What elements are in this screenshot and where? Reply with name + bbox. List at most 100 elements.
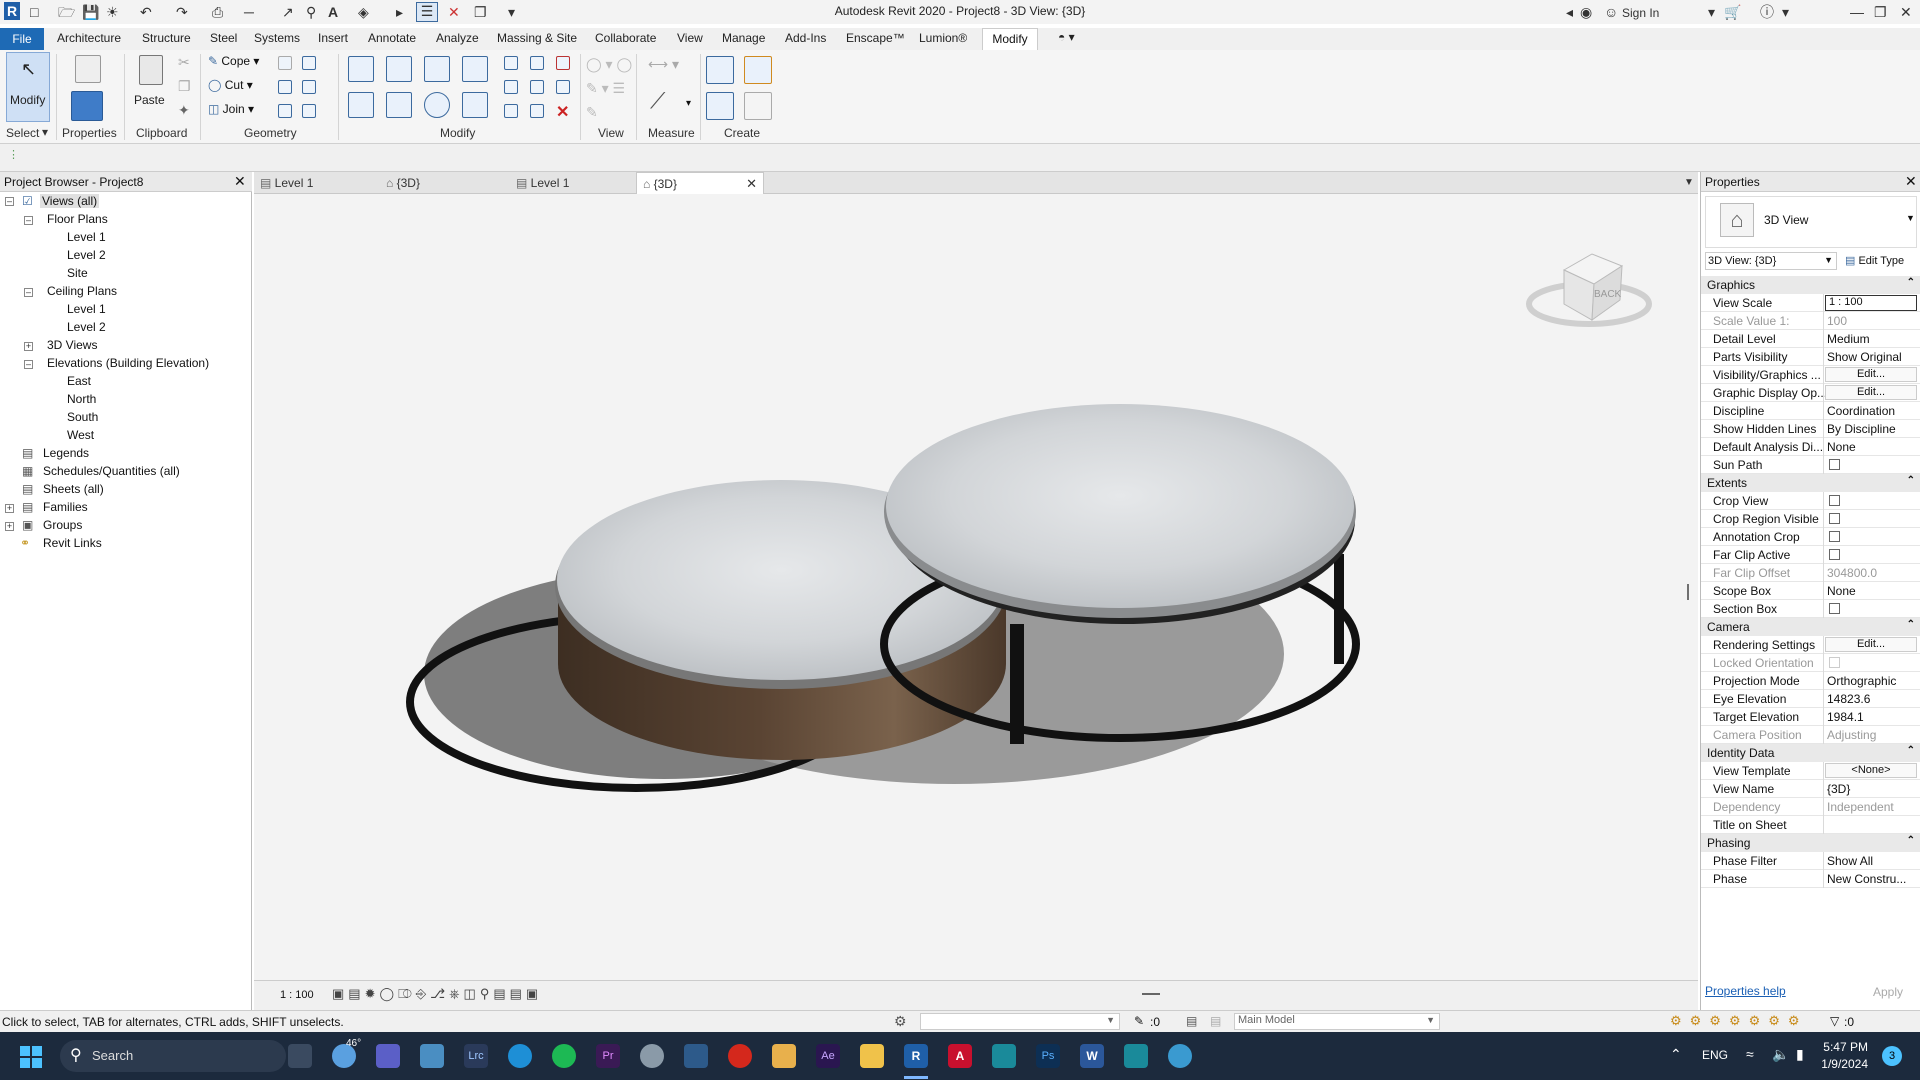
premiere-icon[interactable]: Pr bbox=[596, 1044, 620, 1068]
wifi-icon[interactable]: ≈ bbox=[1746, 1046, 1754, 1062]
tree-fp-site[interactable]: Site bbox=[67, 266, 88, 280]
battery-icon[interactable]: ▮ bbox=[1796, 1046, 1804, 1063]
dropdown-icon[interactable]: ▾ bbox=[1708, 4, 1715, 20]
prop-target-elevation[interactable]: Target Elevation 1984.1 bbox=[1701, 708, 1920, 726]
photos-icon[interactable] bbox=[420, 1044, 444, 1068]
help-dropdown-icon[interactable]: ▾ bbox=[1782, 4, 1789, 20]
user-icon[interactable]: ☺ bbox=[1604, 4, 1618, 20]
properties-help-link[interactable]: Properties help bbox=[1705, 984, 1786, 998]
wall-profile-icon[interactable] bbox=[302, 104, 316, 118]
lightroom-icon[interactable]: Lrc bbox=[464, 1044, 488, 1068]
move-icon[interactable] bbox=[348, 92, 374, 118]
copy-element-icon[interactable] bbox=[386, 92, 412, 118]
collapse-icon[interactable]: – bbox=[5, 197, 14, 206]
design-option-dropdown[interactable]: Main Model ▼ bbox=[1234, 1013, 1440, 1030]
selection-count-icon[interactable]: ✎ bbox=[1134, 1014, 1144, 1028]
task-view-icon[interactable] bbox=[288, 1044, 312, 1068]
help-icon[interactable]: ⓘ bbox=[1760, 4, 1774, 20]
tree-floor-plans[interactable]: Floor Plans bbox=[47, 212, 108, 226]
opera-icon[interactable] bbox=[728, 1044, 752, 1068]
3dsmax-icon-2[interactable] bbox=[1124, 1044, 1148, 1068]
notification-badge[interactable]: 3 bbox=[1882, 1046, 1902, 1066]
rendering-edit-button[interactable]: Edit... bbox=[1825, 637, 1917, 652]
tree-fp-level1[interactable]: Level 1 bbox=[67, 230, 106, 244]
workset-dropdown[interactable]: ▼ bbox=[920, 1013, 1120, 1030]
expand-icon[interactable]: + bbox=[5, 522, 14, 531]
tab-file[interactable]: File bbox=[0, 28, 44, 50]
unpin-icon[interactable] bbox=[556, 80, 570, 94]
clock-date[interactable]: 1/9/2024 bbox=[1810, 1057, 1868, 1071]
tree-elevations[interactable]: Elevations (Building Elevation) bbox=[47, 356, 209, 370]
tree-south[interactable]: South bbox=[67, 410, 98, 424]
view-scale-input[interactable]: 1 : 100 bbox=[1825, 295, 1917, 311]
tab-enscape[interactable]: Enscape™ bbox=[846, 31, 905, 45]
collapse-group-icon[interactable]: ⌃ bbox=[1907, 475, 1915, 486]
tab-analyze[interactable]: Analyze bbox=[436, 31, 479, 45]
graphic-display-edit-button[interactable]: Edit... bbox=[1825, 385, 1917, 400]
tab-level1-a[interactable]: ▤ Level 1 bbox=[260, 172, 384, 194]
annotation-crop-checkbox[interactable] bbox=[1829, 531, 1840, 542]
view-control-icons[interactable]: ▣▤✹◯⎄⎆⎇⎈◫⚲▤▤▣ bbox=[332, 986, 542, 1002]
revit-taskbar-icon[interactable]: R bbox=[904, 1044, 928, 1068]
worksets-icon[interactable]: ⚙ bbox=[894, 1013, 907, 1030]
horizontal-scroll-handle[interactable] bbox=[1142, 993, 1160, 995]
prop-value[interactable]: Medium bbox=[1827, 332, 1870, 346]
drawing-area[interactable]: BACK bbox=[254, 194, 1698, 980]
prop-value[interactable]: None bbox=[1827, 440, 1856, 454]
wall-joins-icon[interactable] bbox=[278, 56, 292, 70]
cope-button[interactable]: ✎ Cope ▾ bbox=[208, 54, 259, 68]
prop-value[interactable]: None bbox=[1827, 584, 1856, 598]
trim-multiple-icon[interactable] bbox=[504, 104, 518, 118]
view-scale-button[interactable]: 1 : 100 bbox=[280, 989, 314, 1001]
view-template-button[interactable]: <None> bbox=[1825, 763, 1917, 778]
match-properties-icon[interactable]: ✦ bbox=[178, 102, 190, 119]
align-icon[interactable] bbox=[348, 56, 374, 82]
context-tab-icon[interactable]: ◓ ▾ bbox=[1058, 30, 1075, 44]
tree-3d-views[interactable]: 3D Views bbox=[47, 338, 97, 352]
aligned-dimension-icon[interactable]: ⟋ bbox=[650, 88, 665, 114]
expand-icon[interactable]: + bbox=[5, 504, 14, 513]
properties-button[interactable] bbox=[66, 52, 106, 122]
design-options-icon[interactable]: ▤ bbox=[1210, 1014, 1221, 1028]
prop-value[interactable]: Show All bbox=[1827, 854, 1873, 868]
prop-title-on-sheet[interactable]: Title on Sheet bbox=[1701, 816, 1920, 834]
selection-filter-icons[interactable]: ⚙⚙⚙⚙⚙⚙⚙ bbox=[1670, 1013, 1808, 1029]
array-icon[interactable] bbox=[504, 80, 518, 94]
crop-view-checkbox[interactable] bbox=[1829, 495, 1840, 506]
group-phasing[interactable]: Phasing ⌃ bbox=[1701, 834, 1920, 852]
far-clip-checkbox[interactable] bbox=[1829, 549, 1840, 560]
vg-edit-button[interactable]: Edit... bbox=[1825, 367, 1917, 382]
sun-path-checkbox[interactable] bbox=[1829, 459, 1840, 470]
3dsmax-icon[interactable] bbox=[992, 1044, 1016, 1068]
close-icon[interactable]: ✕ bbox=[1905, 173, 1917, 190]
tree-groups[interactable]: Groups bbox=[43, 518, 82, 532]
tab-manage[interactable]: Manage bbox=[722, 31, 765, 45]
tree-schedules[interactable]: Schedules/Quantities (all) bbox=[43, 464, 180, 478]
tab-collaborate[interactable]: Collaborate bbox=[595, 31, 656, 45]
prop-discipline[interactable]: Discipline Coordination bbox=[1701, 402, 1920, 420]
join-button[interactable]: ◫ Join ▾ bbox=[208, 102, 254, 116]
paint-icon[interactable] bbox=[302, 80, 316, 94]
type-selector[interactable]: ⌂ 3D View ▼ bbox=[1705, 196, 1917, 248]
edit-type-button[interactable]: ▤ Edit Type bbox=[1845, 252, 1919, 270]
tab-massing-site[interactable]: Massing & Site bbox=[497, 31, 577, 45]
modify-tool-button[interactable]: ↖ Modify bbox=[6, 52, 50, 122]
group-graphics[interactable]: Graphics ⌃ bbox=[1701, 276, 1920, 294]
collapse-group-icon[interactable]: ⌃ bbox=[1907, 835, 1915, 846]
tabs-dropdown-icon[interactable]: ▼ bbox=[1684, 172, 1694, 194]
browser-icon[interactable] bbox=[1168, 1044, 1192, 1068]
photoshop-icon[interactable]: Ps bbox=[1036, 1044, 1060, 1068]
mirror-draw-icon[interactable] bbox=[462, 56, 488, 82]
trim-single-icon[interactable] bbox=[530, 104, 544, 118]
prop-value[interactable]: New Constru... bbox=[1827, 872, 1906, 886]
tab-3d-active[interactable]: ⌂ {3D} ✕ bbox=[636, 172, 764, 194]
tab-insert[interactable]: Insert bbox=[318, 31, 348, 45]
editable-only-icon[interactable]: ▤ bbox=[1186, 1014, 1197, 1028]
tab-3d-a[interactable]: ⌂ {3D} bbox=[386, 172, 510, 194]
tree-revit-links[interactable]: Revit Links bbox=[43, 536, 102, 550]
cut-clipboard-icon[interactable]: ✂ bbox=[178, 54, 190, 71]
binoculars-icon[interactable]: ◉ bbox=[1580, 4, 1592, 20]
filter-icon[interactable]: ▽ bbox=[1830, 1014, 1839, 1028]
paste-button[interactable]: Paste bbox=[130, 52, 170, 122]
tree-legends[interactable]: Legends bbox=[43, 446, 89, 460]
